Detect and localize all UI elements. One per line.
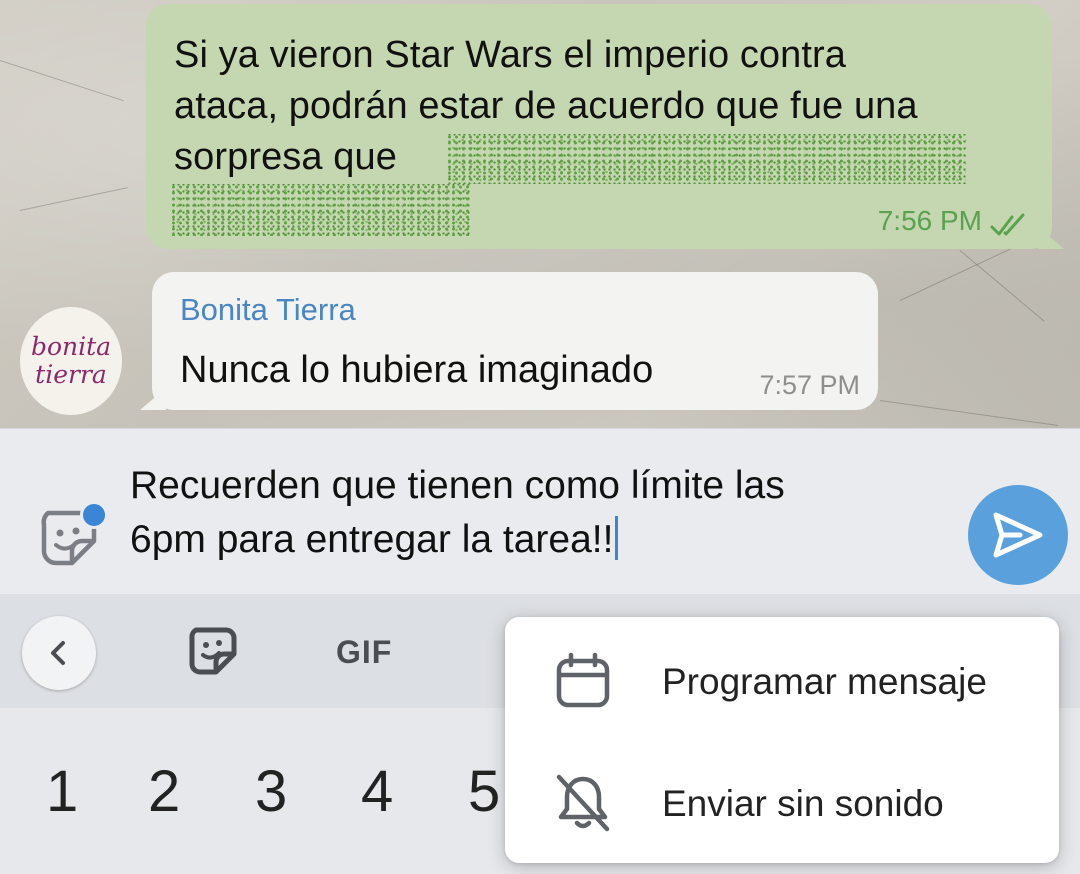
message-line: ataca, podrán estar de acuerdo que fue u… [174,85,918,127]
key-2[interactable]: 2 [148,758,180,825]
avatar-text: bonita [30,332,112,361]
message-input[interactable]: Recuerden que tienen como límite las 6pm… [130,459,930,567]
message-line: Si ya vieron Star Wars el imperio contra [174,34,847,76]
avatar-text: tierra [35,360,107,389]
message-time: 7:57 PM [759,370,860,400]
menu-item-label: Programar mensaje [662,661,987,702]
menu-item-label: Enviar sin sonido [662,783,944,824]
menu-item-send-silently[interactable]: Enviar sin sonido [505,741,1059,861]
message-time: 7:56 PM [877,205,982,236]
double-check-icon [990,213,1025,236]
wallpaper-texture [959,250,1045,322]
calendar-icon [556,652,610,708]
send-button[interactable] [968,485,1068,585]
incoming-message-text: Nunca lo hubiera imaginado [180,349,654,391]
send-icon [993,512,1043,558]
gif-button[interactable]: GIF [336,634,392,671]
outgoing-message-bubble[interactable]: Si ya vieron Star Wars el imperio contra… [146,4,1052,249]
message-composer: Recuerden que tienen como límite las 6pm… [0,428,1080,595]
input-line: Recuerden que tienen como límite las [130,464,785,507]
key-1[interactable]: 1 [46,758,78,825]
telegram-chat-screen: Si ya vieron Star Wars el imperio contra… [0,0,1080,874]
chevron-left-icon [51,641,65,665]
keyboard-back-button[interactable] [22,616,96,690]
text-caret [615,516,619,560]
sender-name[interactable]: Bonita Tierra [180,292,850,328]
wallpaper-texture [19,187,128,211]
wallpaper-texture [0,60,124,102]
key-3[interactable]: 3 [255,758,287,825]
spoiler-hidden-text[interactable] [170,184,470,236]
key-5[interactable]: 5 [468,758,500,825]
incoming-message-bubble[interactable]: Bonita Tierra Nunca lo hubiera imaginado… [152,272,878,410]
spoiler-hidden-text[interactable] [446,134,966,184]
key-4[interactable]: 4 [361,758,393,825]
input-line: 6pm para entregar la tarea!! [130,518,614,561]
send-options-menu: Programar mensaje Enviar sin sonido [505,617,1059,863]
sticker-icon[interactable] [188,626,238,676]
bell-off-icon [556,774,610,832]
notification-dot [80,501,108,529]
avatar[interactable]: bonita tierra [20,307,122,415]
wallpaper-texture [879,400,1059,427]
chat-message-list[interactable]: Si ya vieron Star Wars el imperio contra… [0,0,1080,428]
menu-item-schedule-message[interactable]: Programar mensaje [505,621,1059,741]
